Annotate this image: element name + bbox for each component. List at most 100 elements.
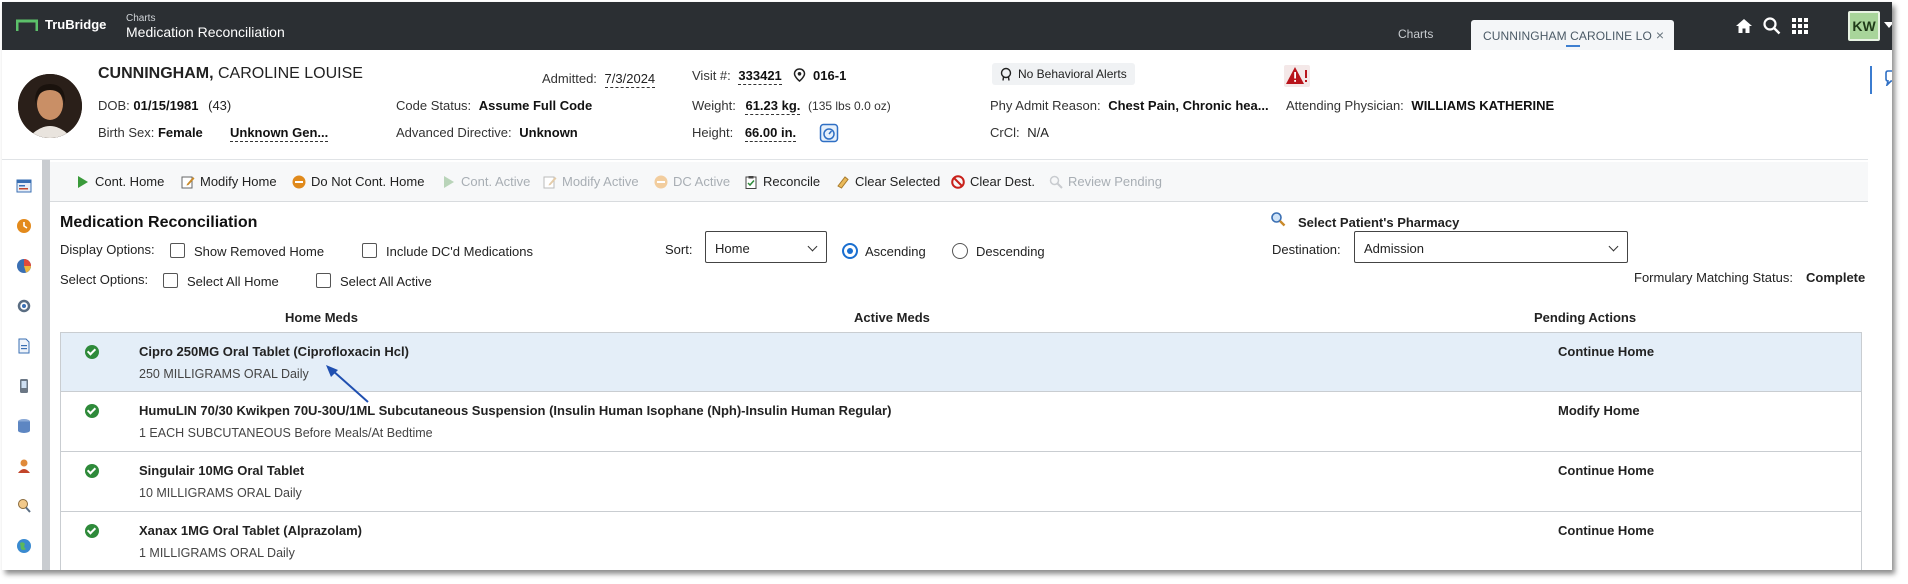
patient-name: CUNNINGHAM, CAROLINE LOUISE [98, 65, 363, 83]
clear-dest-button[interactable]: Clear Dest. [951, 174, 1035, 189]
patient-avatar-icon [18, 74, 82, 138]
gender-value[interactable]: Unknown Gen... [230, 125, 329, 142]
cont-home-button[interactable]: Cont. Home [76, 174, 164, 189]
breadcrumb-parent[interactable]: Charts [126, 13, 155, 24]
database-icon[interactable] [16, 418, 32, 434]
brand-logo[interactable]: TruBridge [16, 17, 106, 32]
globe-icon[interactable] [16, 538, 32, 554]
home-med-sig: 1 EACH SUBCUTANEOUS Before Meals/At Bedt… [139, 426, 433, 440]
height-value[interactable]: 66.00 in. [744, 125, 797, 142]
section-title: Medication Reconciliation [60, 214, 258, 231]
annotation-arrow-icon [326, 365, 369, 403]
scale-icon[interactable] [819, 123, 839, 143]
home-icon[interactable] [1734, 16, 1754, 36]
left-rail-splitter[interactable] [42, 160, 50, 570]
home-med-sig: 10 MILLIGRAMS ORAL Daily [139, 486, 302, 500]
include-dc-checkbox[interactable] [362, 243, 377, 258]
attending-label: Attending Physician: [1286, 98, 1404, 113]
device-icon[interactable] [16, 378, 32, 394]
select-all-active-checkbox[interactable] [316, 273, 331, 288]
close-icon[interactable]: × [1656, 27, 1664, 43]
gender-field[interactable]: Unknown Gen... [230, 125, 329, 142]
select-all-active-label[interactable]: Select All Active [340, 274, 432, 289]
descending-label[interactable]: Descending [976, 244, 1045, 259]
trubridge-logo-icon [16, 19, 38, 31]
behavioral-alerts-text: No Behavioral Alerts [1018, 67, 1127, 81]
patient-last-name: CUNNINGHAM, [98, 65, 214, 82]
document-icon[interactable] [16, 338, 32, 354]
display-options-label: Display Options: [60, 242, 155, 257]
table-row[interactable]: Xanax 1MG Oral Tablet (Alprazolam) 1 MIL… [60, 512, 1862, 570]
pending-action: Continue Home [1558, 463, 1655, 478]
allergy-alert-icon[interactable] [1284, 65, 1310, 87]
clock-icon[interactable] [16, 218, 32, 234]
admit-reason-value[interactable]: Chest Pain, Chronic hea... [1108, 98, 1268, 113]
behavioral-alerts-badge[interactable]: No Behavioral Alerts [992, 63, 1135, 85]
show-removed-home-label[interactable]: Show Removed Home [194, 244, 324, 259]
column-header-pending-actions[interactable]: Pending Actions [1534, 310, 1636, 325]
admitted-label: Admitted: [542, 71, 597, 86]
dc-active-button[interactable]: DC Active [654, 174, 730, 189]
search-person-icon[interactable] [16, 498, 32, 514]
visit-value[interactable]: 333421 [738, 68, 782, 85]
play-icon [78, 175, 88, 188]
advanced-directive-field: Advanced Directive: Unknown [396, 125, 578, 140]
magnifier-icon [1049, 175, 1063, 189]
sort-select[interactable]: Home [705, 231, 827, 263]
user-avatar[interactable]: KW [1848, 11, 1880, 41]
select-all-home-label[interactable]: Select All Home [187, 274, 279, 289]
select-all-home-checkbox[interactable] [163, 273, 178, 288]
dob-value: 01/15/1981 [133, 98, 199, 113]
edit-document-icon [543, 176, 557, 188]
admitted-value[interactable]: 7/3/2024 [604, 71, 656, 88]
tab-patient[interactable]: CUNNINGHAM CAROLINE LO × [1471, 20, 1674, 50]
ascending-label[interactable]: Ascending [865, 244, 926, 259]
crcl-label: CrCl: [990, 125, 1020, 140]
do-not-cont-home-button[interactable]: Do Not Cont. Home [292, 174, 424, 189]
descending-radio[interactable] [952, 243, 968, 259]
home-med-name: Xanax 1MG Oral Tablet (Alprazolam) [139, 523, 362, 538]
tab-active-indicator [1566, 45, 1580, 47]
home-med-name: HumuLIN 70/30 Kwikpen 70U-30U/1ML Subcut… [139, 403, 892, 418]
ascending-radio[interactable] [842, 243, 858, 259]
play-icon [444, 175, 454, 188]
weight-value[interactable]: 61.23 kg. [745, 98, 801, 115]
action-toolbar: Cont. Home Modify Home Do Not Cont. Home… [50, 162, 1868, 202]
tab-charts[interactable]: Charts [1398, 27, 1433, 41]
pie-chart-icon[interactable] [16, 258, 32, 274]
column-header-home-meds[interactable]: Home Meds [285, 310, 358, 325]
birth-sex-label: Birth Sex: [98, 125, 155, 140]
table-row[interactable]: Singulair 10MG Oral Tablet 10 MILLIGRAMS… [60, 452, 1862, 512]
chat-icon[interactable] [1884, 70, 1892, 86]
clear-selected-button[interactable]: Clear Selected [836, 174, 940, 189]
settings-icon[interactable] [16, 298, 32, 314]
reconcile-button[interactable]: Reconcile [744, 174, 820, 189]
chevron-down-icon [1608, 241, 1619, 252]
clipboard-icon [745, 175, 757, 189]
review-pending-button[interactable]: Review Pending [1049, 174, 1162, 189]
column-header-active-meds[interactable]: Active Meds [854, 310, 930, 325]
weight-label: Weight: [692, 98, 736, 113]
weight-field: Weight: 61.23 kg. (135 lbs 0.0 oz) [692, 98, 891, 115]
select-pharmacy-link[interactable]: Select Patient's Pharmacy [1298, 215, 1459, 230]
home-med-name: Cipro 250MG Oral Tablet (Ciprofloxacin H… [139, 344, 409, 359]
search-icon[interactable] [1762, 16, 1782, 36]
chart-summary-icon[interactable] [16, 178, 32, 194]
crcl-value: N/A [1027, 125, 1049, 140]
apps-grid-icon[interactable] [1790, 16, 1810, 36]
crcl-field: CrCl: N/A [990, 125, 1049, 140]
destination-select[interactable]: Admission [1354, 231, 1628, 263]
include-dc-label[interactable]: Include DC'd Medications [386, 244, 533, 259]
show-removed-home-checkbox[interactable] [170, 243, 185, 258]
cont-active-label: Cont. Active [461, 174, 531, 189]
advanced-directive-value: Unknown [519, 125, 578, 140]
modify-active-button[interactable]: Modify Active [543, 174, 639, 189]
advanced-directive-label: Advanced Directive: [396, 125, 512, 140]
pharmacy-search-icon[interactable] [1270, 211, 1286, 227]
cont-active-button[interactable]: Cont. Active [442, 174, 530, 189]
formulary-status-value: Complete [1806, 270, 1866, 285]
chevron-down-icon[interactable] [1884, 22, 1892, 28]
modify-home-button[interactable]: Modify Home [181, 174, 277, 189]
person-icon[interactable] [16, 458, 32, 474]
home-med-sig: 1 MILLIGRAMS ORAL Daily [139, 546, 295, 560]
